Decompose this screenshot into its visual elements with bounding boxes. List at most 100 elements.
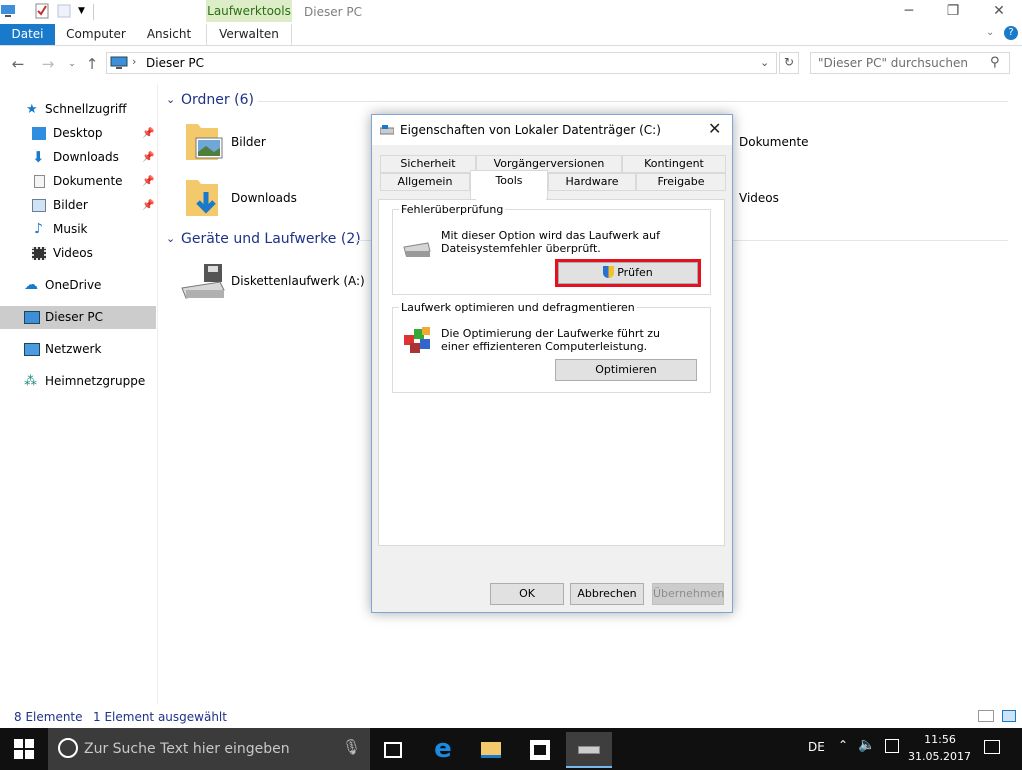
folder-item-pictures[interactable] — [184, 120, 224, 167]
search-icon[interactable]: ⚲ — [990, 55, 1000, 70]
section-header-devices[interactable]: Geräte und Laufwerke (2) — [181, 231, 361, 247]
tab-sharing[interactable]: Freigabe — [636, 173, 726, 191]
folder-label[interactable]: Dokumente — [739, 135, 809, 149]
tab-quota[interactable]: Kontingent — [622, 155, 726, 173]
refresh-button[interactable]: ↻ — [779, 52, 799, 74]
tab-general[interactable]: Allgemein — [380, 173, 470, 191]
cloud-icon: ☁ — [24, 277, 38, 293]
microphone-icon[interactable]: 🎙 — [342, 738, 361, 756]
properties-icon[interactable] — [34, 3, 50, 19]
computer-icon[interactable] — [0, 3, 16, 19]
search-input[interactable]: "Dieser PC" durchsuchen — [818, 56, 968, 70]
file-explorer-icon[interactable] — [468, 732, 514, 768]
sidebar-item-videos[interactable]: Videos — [0, 242, 156, 265]
sidebar-item-label: Desktop — [53, 126, 103, 140]
optimize-title: Laufwerk optimieren und defragmentieren — [399, 301, 637, 314]
sidebar-item-desktop[interactable]: Desktop 📌 — [0, 122, 156, 145]
help-icon[interactable]: ? — [1004, 26, 1018, 40]
language-indicator[interactable]: DE — [808, 740, 825, 754]
ok-button[interactable]: OK — [490, 583, 564, 605]
device-label[interactable]: Diskettenlaufwerk (A:) — [231, 274, 365, 288]
homegroup-icon: ⁂ — [24, 374, 37, 389]
tab-security[interactable]: Sicherheit — [380, 155, 476, 173]
pin-icon: 📌 — [142, 176, 155, 187]
minimize-button[interactable]: ─ — [886, 2, 932, 22]
chevron-down-icon[interactable]: ⌄ — [166, 93, 175, 106]
recent-locations-icon[interactable]: ⌄ — [62, 54, 82, 74]
document-icon — [34, 175, 45, 188]
error-check-title: Fehlerüberprüfung — [399, 203, 506, 216]
store-icon[interactable] — [517, 732, 563, 768]
drive-properties-taskbar-icon[interactable] — [566, 732, 612, 768]
sidebar-item-label: OneDrive — [45, 278, 102, 292]
windows-start-icon[interactable] — [14, 739, 34, 759]
drive-icon — [380, 125, 394, 135]
tab-hardware[interactable]: Hardware — [548, 173, 636, 191]
clock-date[interactable]: 31.05.2017 — [908, 750, 971, 763]
network-tray-icon[interactable] — [885, 739, 899, 753]
chevron-down-icon[interactable]: ⌄ — [166, 232, 175, 245]
tab-manage[interactable]: Verwalten — [206, 24, 292, 46]
optimize-button[interactable]: Optimieren — [555, 359, 697, 381]
tab-file[interactable]: Datei — [0, 24, 55, 46]
tab-computer[interactable]: Computer — [62, 24, 130, 46]
details-view-icon[interactable] — [978, 710, 994, 722]
sidebar-item-homegroup[interactable]: ⁂ Heimnetzgruppe — [0, 370, 156, 393]
sidebar-item-network[interactable]: Netzwerk — [0, 338, 156, 361]
edge-icon[interactable]: e — [420, 732, 466, 768]
error-check-description: Mit dieser Option wird das Laufwerk auf … — [441, 229, 660, 255]
section-divider — [258, 101, 1008, 102]
volume-icon[interactable]: 🔈 — [858, 737, 875, 753]
title-bar — [0, 0, 1022, 24]
maximize-button[interactable]: ❐ — [930, 2, 976, 22]
sidebar-item-downloads[interactable]: ⬇ Downloads 📌 — [0, 146, 156, 169]
taskbar-search-input[interactable]: Zur Suche Text hier eingeben — [84, 741, 290, 757]
sidebar-item-label: Netzwerk — [45, 342, 102, 356]
sidebar-item-label: Dokumente — [53, 174, 123, 188]
context-tab-drive-tools[interactable]: Laufwerktools — [206, 0, 292, 22]
sidebar-item-pictures[interactable]: Bilder 📌 — [0, 194, 156, 217]
dialog-close-button[interactable]: ✕ — [708, 119, 721, 138]
hard-drive-icon — [403, 242, 431, 257]
address-bar[interactable] — [106, 52, 777, 74]
apply-button[interactable]: Übernehmen — [652, 583, 724, 605]
sidebar-item-documents[interactable]: Dokumente 📌 — [0, 170, 156, 193]
folder-label[interactable]: Bilder — [231, 135, 266, 149]
sidebar-item-label: Heimnetzgruppe — [45, 374, 146, 388]
cancel-button[interactable]: Abbrechen — [570, 583, 644, 605]
address-dropdown-icon[interactable]: ⌄ — [760, 56, 769, 69]
up-button[interactable]: ↑ — [82, 54, 102, 74]
sidebar-item-label: Dieser PC — [45, 310, 103, 324]
pin-icon: 📌 — [142, 152, 155, 163]
clock-time[interactable]: 11:56 — [920, 733, 960, 746]
forward-button[interactable]: → — [38, 54, 58, 74]
tab-tools[interactable]: Tools — [470, 170, 548, 200]
section-header-folders[interactable]: Ordner (6) — [181, 92, 254, 108]
sidebar-item-this-pc[interactable]: Dieser PC — [0, 306, 156, 329]
folder-label[interactable]: Downloads — [231, 191, 297, 205]
ribbon-expand-icon[interactable]: ⌄ — [986, 27, 994, 38]
desktop-icon — [32, 127, 46, 140]
task-view-icon[interactable] — [370, 732, 416, 768]
new-folder-icon[interactable] — [56, 3, 72, 19]
sidebar-item-onedrive[interactable]: ☁ OneDrive — [0, 274, 156, 297]
network-icon — [24, 343, 40, 356]
breadcrumb[interactable]: Dieser PC — [146, 56, 204, 70]
quick-access-dropdown-icon[interactable]: ▼ — [78, 6, 85, 16]
close-button[interactable]: ✕ — [976, 2, 1022, 22]
separator — [93, 4, 94, 20]
device-item-floppy[interactable] — [180, 262, 226, 305]
sidebar-item-music[interactable]: ♪ Musik — [0, 218, 156, 241]
back-button[interactable]: ← — [8, 54, 28, 74]
folder-label[interactable]: Videos — [739, 191, 779, 205]
sidebar-item-label: Musik — [53, 222, 88, 236]
folder-item-downloads[interactable] — [184, 176, 224, 223]
status-selected: 1 Element ausgewählt — [93, 710, 227, 724]
sidebar-item-quick-access[interactable]: ★ Schnellzugriff — [0, 98, 156, 121]
tray-chevron-icon[interactable]: ⌃ — [838, 738, 848, 752]
computer-icon — [110, 56, 128, 69]
large-icons-view-icon[interactable] — [1002, 710, 1016, 722]
tab-view[interactable]: Ansicht — [140, 24, 198, 46]
action-center-icon[interactable] — [984, 740, 1000, 754]
pin-icon: 📌 — [142, 128, 155, 139]
